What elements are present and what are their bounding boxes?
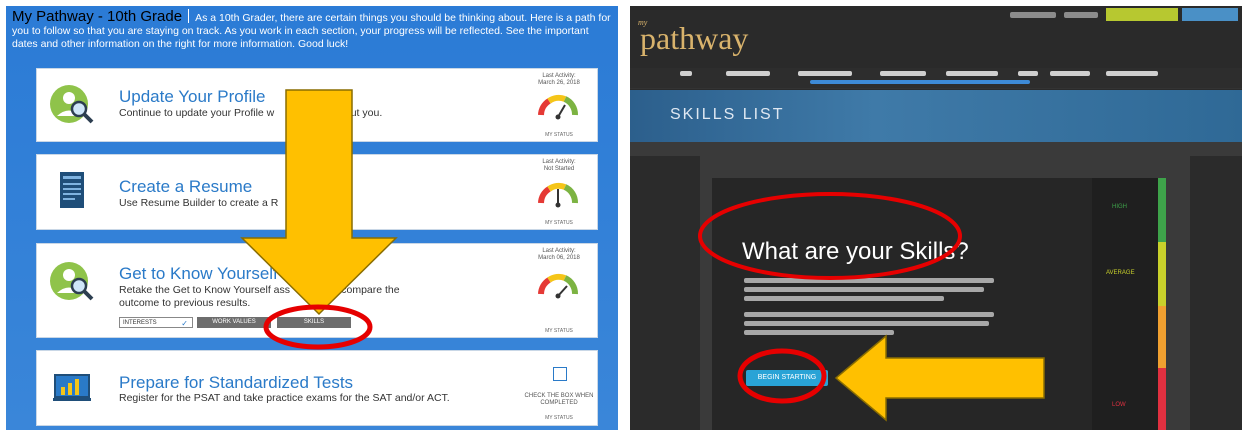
my-pathway-panel: My Pathway - 10th Grade As a 10th Grader,… (6, 6, 618, 430)
left-arrow-annotation (834, 334, 1045, 422)
down-arrow-shape (240, 89, 398, 316)
right-annotations (698, 192, 1045, 422)
down-arrow-annotation (240, 89, 398, 350)
begin-button-highlight-circle (737, 348, 827, 404)
skills-list-panel: my pathway SKILLS LIST What are your Ski… (630, 6, 1242, 430)
heading-highlight-circle (698, 192, 962, 280)
